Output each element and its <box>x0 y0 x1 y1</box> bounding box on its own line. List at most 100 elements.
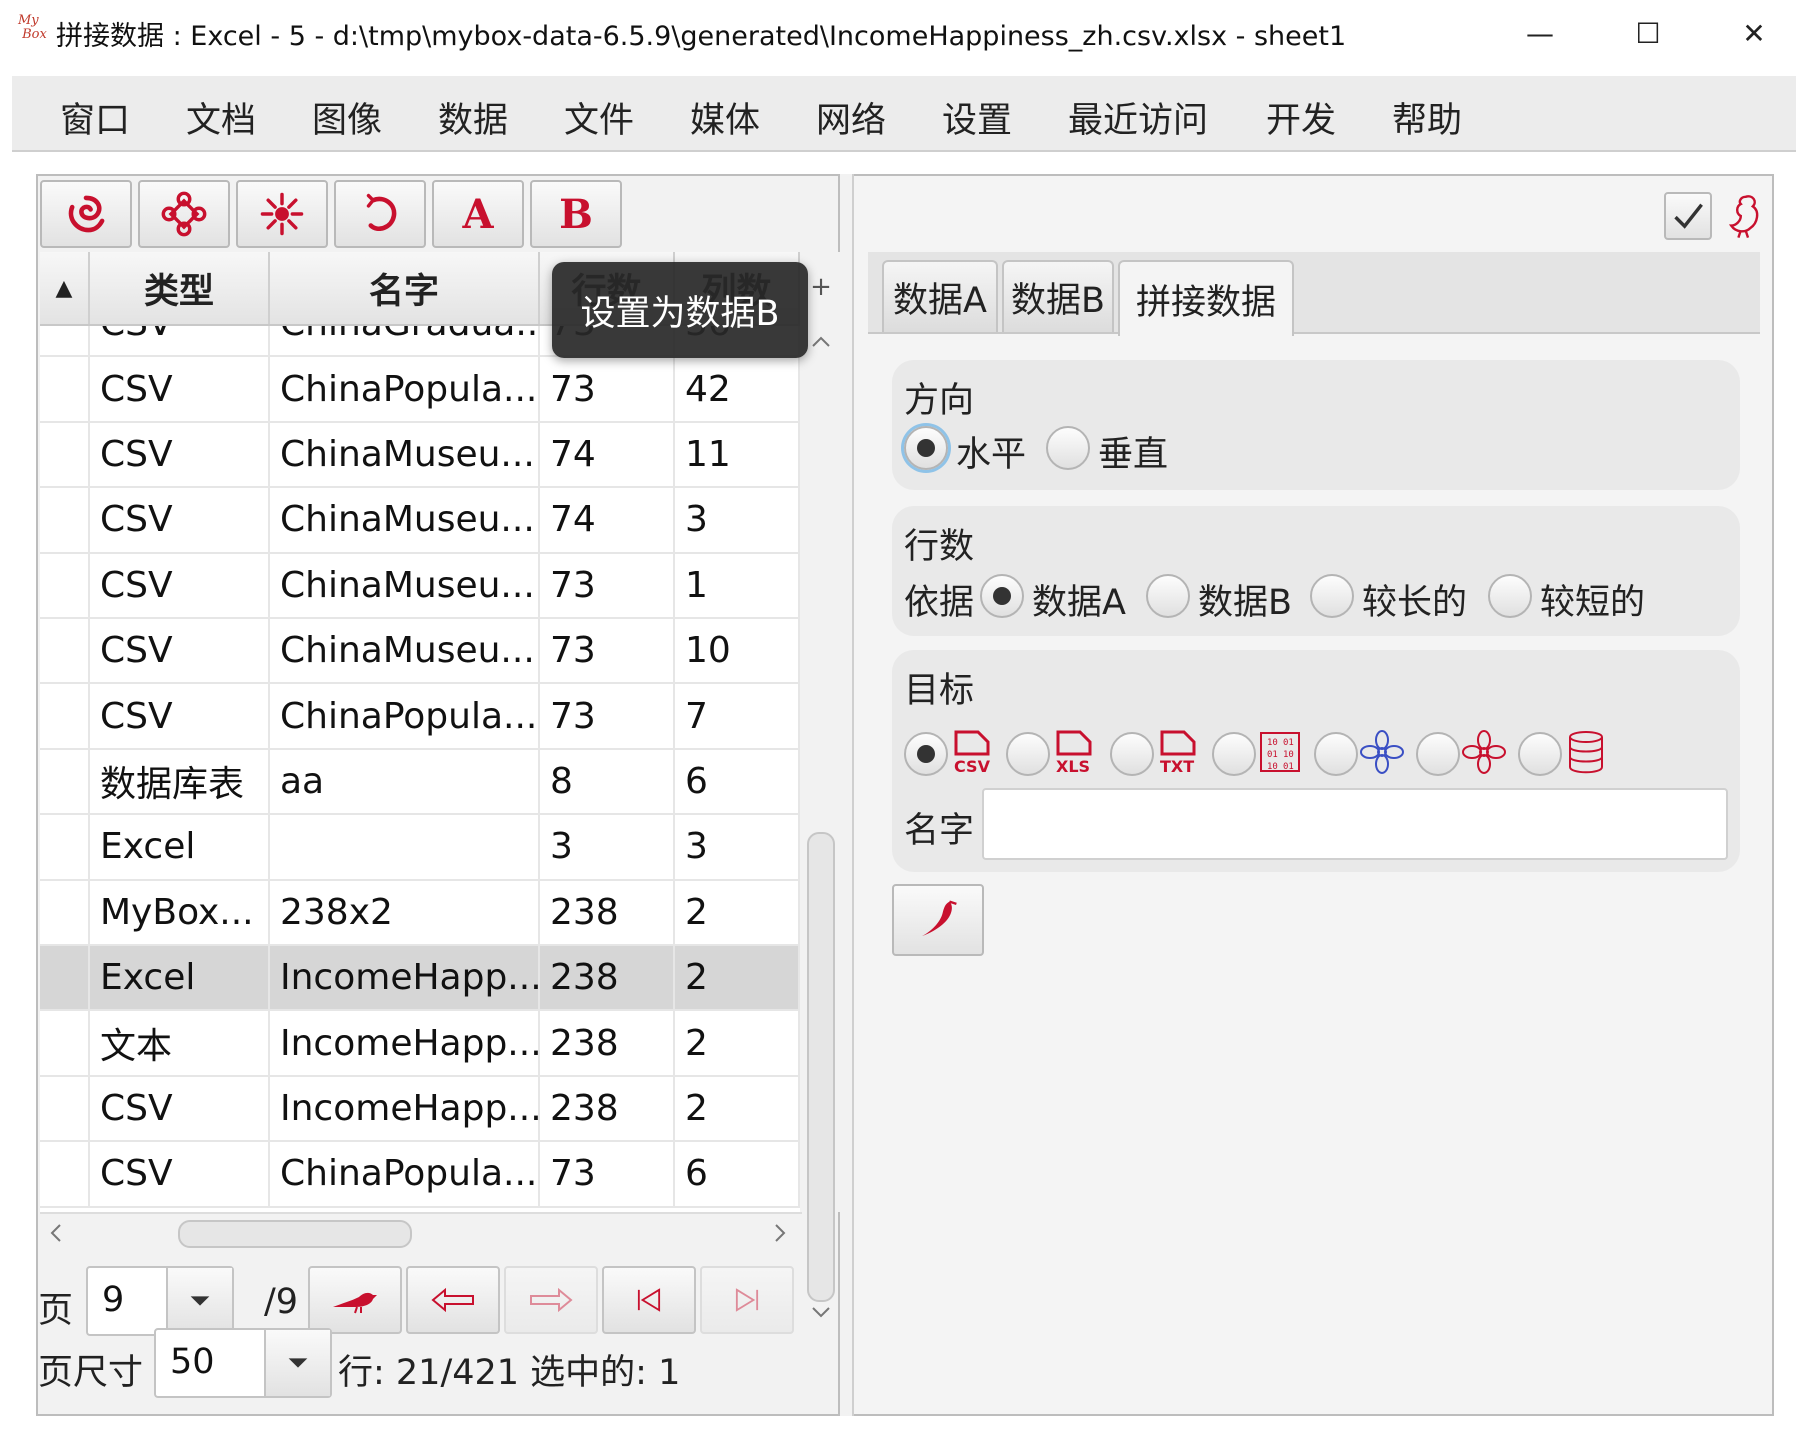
columns-cell: 10 <box>675 619 800 683</box>
name-cell: ChinaPopula... <box>270 1142 540 1206</box>
first-page-button[interactable] <box>602 1266 696 1334</box>
table-row[interactable]: 数据库表 aa 8 6 <box>40 749 800 816</box>
vertical-scroll-thumb[interactable] <box>807 832 835 1302</box>
menu-network[interactable]: 网络 <box>816 92 886 143</box>
tab-splice-data[interactable]: 拼接数据 <box>1118 260 1294 336</box>
radio-target-txt[interactable] <box>1110 732 1154 776</box>
columns-cell: 11 <box>675 422 800 487</box>
blue-flower-icon <box>1360 730 1404 774</box>
radio-basis-data-b[interactable] <box>1146 574 1190 618</box>
add-column-button[interactable]: + <box>808 252 834 322</box>
go-page-button[interactable] <box>308 1266 402 1334</box>
columns-cell: 1 <box>675 553 800 617</box>
menu-data[interactable]: 数据 <box>438 92 508 143</box>
radio-basis-shorter[interactable] <box>1488 574 1532 618</box>
columns-cell: 2 <box>675 946 800 1010</box>
scroll-right-icon[interactable] <box>770 1222 790 1244</box>
radio-target-database[interactable] <box>1518 732 1562 776</box>
chevron-down-icon[interactable] <box>264 1330 330 1396</box>
scroll-down-icon[interactable] <box>810 1302 832 1322</box>
last-page-button[interactable] <box>700 1266 794 1334</box>
radio-horizontal[interactable] <box>904 426 948 470</box>
table-row[interactable]: CSV IncomeHapp... 238 2 <box>40 1076 800 1143</box>
knot-button[interactable] <box>138 180 230 248</box>
rows-cell: 73 <box>540 684 675 748</box>
radio-target-blue-flower[interactable] <box>1314 732 1358 776</box>
menu-window[interactable]: 窗口 <box>60 92 130 143</box>
table-row[interactable]: CSV ChinaPopula... 73 6 <box>40 1142 800 1208</box>
checkmark-icon <box>1674 203 1703 229</box>
set-data-a-button[interactable]: A <box>432 180 524 248</box>
table-row[interactable]: CSV ChinaPopula... 73 7 <box>40 684 800 750</box>
bird-icon <box>333 1292 377 1314</box>
direction-title: 方向 <box>904 381 975 421</box>
tab-data-a[interactable]: 数据A <box>882 260 998 332</box>
xls-file-icon: XLS <box>1056 730 1092 774</box>
menu-media[interactable]: 媒体 <box>690 92 760 143</box>
menu-development[interactable]: 开发 <box>1266 92 1336 143</box>
page-size-value: 50 <box>170 1342 215 1382</box>
row-marker-cell <box>40 1142 90 1206</box>
table-row[interactable]: CSV ChinaMuseu... 74 3 <box>40 488 800 554</box>
column-header-type[interactable]: 类型 <box>90 252 270 324</box>
menu-file[interactable]: 文件 <box>564 92 634 143</box>
radio-target-matrix[interactable] <box>1212 732 1256 776</box>
svg-text:CSV: CSV <box>954 757 991 774</box>
page-select[interactable]: 9 <box>86 1266 234 1336</box>
confirm-button[interactable] <box>1664 192 1712 240</box>
radio-vertical[interactable] <box>1046 426 1090 470</box>
horizontal-scrollbar[interactable] <box>40 1212 802 1252</box>
tab-data-b[interactable]: 数据B <box>1002 260 1114 332</box>
start-button[interactable] <box>892 884 984 956</box>
close-button[interactable]: ✕ <box>1704 8 1804 58</box>
type-cell: Excel <box>90 946 270 1010</box>
next-page-button[interactable] <box>504 1266 598 1334</box>
menu-settings[interactable]: 设置 <box>942 92 1012 143</box>
radio-basis-data-a[interactable] <box>980 574 1024 618</box>
radio-basis-longer[interactable] <box>1310 574 1354 618</box>
refresh-button[interactable] <box>334 180 426 248</box>
maximize-button[interactable]: ☐ <box>1598 8 1698 58</box>
menu-image[interactable]: 图像 <box>312 92 382 143</box>
minimize-button[interactable]: — <box>1490 8 1590 58</box>
svg-text:10: 10 <box>1283 750 1294 760</box>
scroll-left-icon[interactable] <box>46 1222 66 1244</box>
chevron-down-icon[interactable] <box>166 1268 232 1334</box>
pane-divider[interactable] <box>840 174 854 1416</box>
vertical-scrollbar[interactable]: + <box>802 252 840 1318</box>
table-row[interactable]: CSV ChinaMuseu... 73 10 <box>40 619 800 685</box>
row-marker-cell <box>40 749 90 814</box>
set-data-b-button[interactable]: B <box>530 180 622 248</box>
table-row[interactable]: Excel IncomeHapp... 238 2 <box>40 946 800 1012</box>
name-cell: ChinaMuseu... <box>270 553 540 617</box>
name-label: 名字 <box>904 811 975 851</box>
rooster-icon[interactable] <box>1722 192 1762 240</box>
flower-button[interactable] <box>236 180 328 248</box>
previous-page-button[interactable] <box>406 1266 500 1334</box>
page-size-select[interactable]: 50 <box>154 1328 332 1398</box>
scroll-up-icon[interactable] <box>810 332 832 352</box>
table-row[interactable]: CSV ChinaPopula... 73 42 <box>40 357 800 423</box>
table-row[interactable]: CSV ChinaMuseu... 74 11 <box>40 422 800 489</box>
table-row[interactable]: MyBox... 238x2 238 2 <box>40 880 800 946</box>
target-name-input[interactable] <box>982 788 1728 860</box>
rows-cell: 238 <box>540 1076 675 1141</box>
radio-target-csv[interactable] <box>904 732 948 776</box>
table-row[interactable]: CSV ChinaMuseu... 73 1 <box>40 553 800 619</box>
menu-help[interactable]: 帮助 <box>1392 92 1462 143</box>
column-header-name[interactable]: 名字 <box>270 252 540 324</box>
name-cell: IncomeHapp... <box>270 946 540 1010</box>
swirl-button[interactable] <box>40 180 132 248</box>
rows-cell: 238 <box>540 1011 675 1075</box>
radio-target-xls[interactable] <box>1006 732 1050 776</box>
table-row[interactable]: 文本 IncomeHapp... 238 2 <box>40 1011 800 1077</box>
type-cell: CSV <box>90 488 270 552</box>
refresh-icon <box>366 193 397 231</box>
radio-target-red-flower[interactable] <box>1416 732 1460 776</box>
type-cell: CSV <box>90 619 270 683</box>
table-row[interactable]: Excel 3 3 <box>40 815 800 881</box>
sort-column-header[interactable]: ▲ <box>40 252 90 324</box>
menu-document[interactable]: 文档 <box>186 92 256 143</box>
menu-recent[interactable]: 最近访问 <box>1068 92 1208 143</box>
horizontal-scroll-thumb[interactable] <box>178 1220 412 1248</box>
